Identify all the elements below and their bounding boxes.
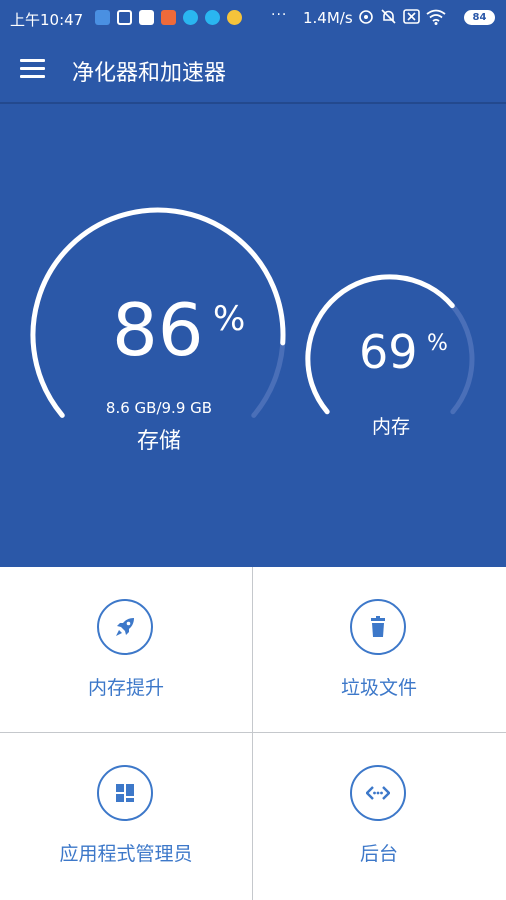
notification-icons	[95, 10, 242, 25]
storage-label: 存储	[136, 429, 181, 454]
tile-memory-boost[interactable]: 内存提升	[0, 567, 252, 733]
apps-grid-icon	[97, 765, 153, 821]
tile-label: 后台	[359, 843, 398, 865]
hotspot-icon	[359, 9, 373, 24]
trash-icon	[350, 599, 406, 655]
photos-icon	[227, 10, 242, 25]
menu-icon[interactable]	[18, 58, 48, 80]
no-sim-icon	[403, 9, 420, 24]
app-notification-icon	[183, 10, 198, 25]
network-speed: 1.4M/s	[303, 9, 353, 27]
header-panel: 上午10:47 ··· 1.4M/s 84 净化器和加速器 86 % 8.6 G…	[0, 0, 506, 567]
storage-percent-sign: %	[213, 299, 246, 339]
memory-label: 内存	[371, 416, 410, 438]
rocket-icon	[97, 599, 153, 655]
app-bar-divider	[0, 102, 506, 104]
app-bar: 净化器和加速器	[0, 36, 506, 102]
app-notification-icon	[205, 10, 220, 25]
tile-junk-files[interactable]: 垃圾文件	[253, 567, 505, 733]
storage-used-detail: 8.6 GB/9.9 GB	[105, 399, 213, 417]
tile-label: 应用程式管理员	[59, 843, 193, 865]
memory-gauge[interactable]: 69 % 内存	[303, 273, 483, 443]
action-grid: 内存提升 垃圾文件 应用程式管理员 后台	[0, 567, 506, 900]
gmail-icon	[161, 10, 176, 25]
tile-label: 垃圾文件	[340, 677, 417, 699]
tile-label: 内存提升	[87, 677, 164, 699]
page-title: 净化器和加速器	[72, 61, 227, 86]
code-brackets-icon	[350, 765, 406, 821]
memory-percent: 69	[359, 325, 418, 379]
wifi-icon	[426, 9, 446, 25]
tile-app-manager[interactable]: 应用程式管理员	[0, 733, 252, 899]
storage-gauge[interactable]: 86 % 8.6 GB/9.9 GB 存储	[28, 205, 290, 454]
memory-percent-sign: %	[427, 331, 448, 356]
battery-icon: 84	[464, 10, 495, 25]
calendar-icon	[117, 10, 132, 25]
status-time: 上午10:47	[10, 11, 84, 29]
more-notifications-icon: ···	[271, 7, 288, 23]
system-icons	[358, 8, 446, 25]
download-icon	[95, 10, 110, 25]
mute-bell-icon	[381, 9, 396, 24]
storage-percent: 86	[112, 288, 204, 372]
grid-divider-vertical	[252, 567, 253, 900]
grid-divider-horizontal	[0, 732, 506, 733]
tile-background[interactable]: 后台	[253, 733, 505, 899]
play-store-icon	[139, 10, 154, 25]
status-bar: 上午10:47 ··· 1.4M/s 84	[0, 0, 506, 36]
